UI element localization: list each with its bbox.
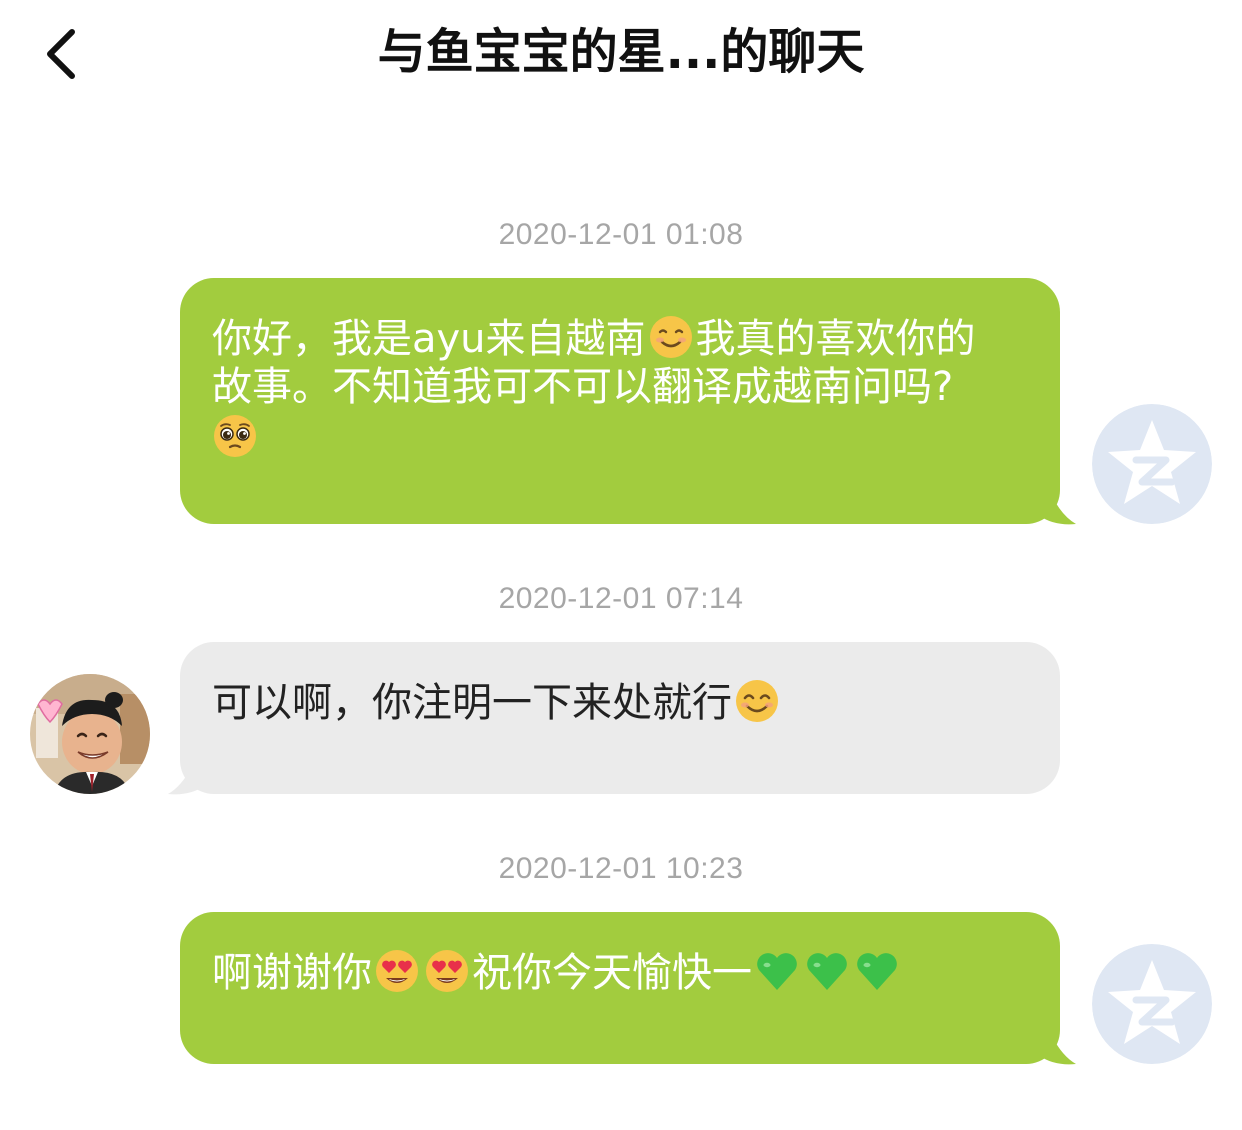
pleading-face-emoji	[212, 413, 258, 459]
bubble-tail	[168, 766, 204, 795]
timestamp: 2020-12-01 10:23	[498, 852, 744, 885]
chat-screen: 与鱼宝宝的星...的聊天 2020-12-01 01:08 你好，我是ayu来自…	[0, 0, 1242, 1130]
chevron-left-icon	[47, 29, 75, 79]
qzone-star-avatar-icon	[1092, 404, 1212, 524]
message-text: 你好，我是ayu来自越南 我真的喜欢你的	[212, 314, 976, 362]
self-avatar[interactable]	[1092, 404, 1212, 524]
self-avatar[interactable]	[1092, 944, 1212, 1064]
message-text: 啊谢谢你 祝你今天愉快一	[212, 948, 1030, 997]
contact-photo-avatar	[30, 674, 150, 794]
heart-eyes-emoji	[374, 948, 420, 994]
timestamp: 2020-12-01 07:14	[498, 582, 744, 615]
bubble-tail	[1040, 496, 1076, 525]
message-bubble-outgoing[interactable]: 你好，我是ayu来自越南 我真的喜欢你的 故事。不知道我可不可以翻译成越南问吗?	[180, 278, 1060, 524]
heart-eyes-emoji	[424, 948, 470, 994]
message-text: 故事。不知道我可不可以翻译成越南问吗?	[212, 364, 954, 410]
smiling-face-with-smiling-eyes-emoji	[734, 678, 780, 724]
timestamp: 2020-12-01 01:08	[498, 218, 744, 251]
green-heart-emoji	[854, 948, 900, 994]
message-text: 可以啊，你注明一下来处就行	[212, 678, 1030, 727]
bubble-tail	[1040, 1036, 1076, 1065]
message-bubble-outgoing[interactable]: 啊谢谢你 祝你今天愉快一	[180, 912, 1060, 1064]
page-title: 与鱼宝宝的星...的聊天	[377, 24, 865, 80]
qzone-star-avatar-icon	[1092, 944, 1212, 1064]
green-heart-emoji	[804, 948, 850, 994]
smiling-face-emoji	[648, 314, 694, 360]
green-heart-emoji	[754, 948, 800, 994]
contact-avatar[interactable]	[30, 674, 150, 794]
back-button[interactable]	[30, 22, 94, 86]
message-bubble-incoming[interactable]: 可以啊，你注明一下来处就行	[180, 642, 1060, 794]
header-bar: 与鱼宝宝的星...的聊天	[0, 0, 1242, 110]
